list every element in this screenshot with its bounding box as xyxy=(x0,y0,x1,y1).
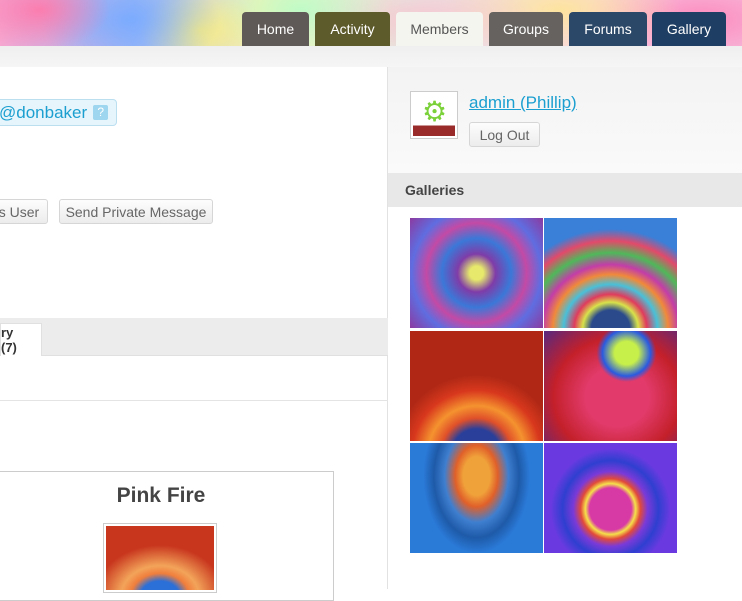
logout-button[interactable]: Log Out xyxy=(469,122,540,147)
profile-tab-bar xyxy=(0,318,388,356)
mention-text: @donbaker xyxy=(0,102,88,122)
gallery-thumbnail[interactable] xyxy=(410,443,543,553)
user-action-button[interactable]: s User xyxy=(0,199,48,224)
section-separator xyxy=(0,400,388,401)
admin-user-link[interactable]: admin (Phillip) xyxy=(469,93,577,113)
nav-members[interactable]: Members xyxy=(396,12,483,46)
gallery-thumbnail[interactable] xyxy=(410,331,543,441)
tab-gallery[interactable]: ry (7) xyxy=(0,323,42,356)
content-top-strip xyxy=(0,46,742,68)
member-mention[interactable]: @donbaker ? xyxy=(0,99,117,126)
nav-home[interactable]: Home xyxy=(242,12,309,46)
gallery-card-title[interactable]: Pink Fire xyxy=(0,484,322,508)
nav-activity[interactable]: Activity xyxy=(315,12,390,46)
nav-groups[interactable]: Groups xyxy=(489,12,563,46)
gallery-thumbnail[interactable] xyxy=(544,331,677,441)
nav-forums[interactable]: Forums xyxy=(569,12,647,46)
nav-gallery[interactable]: Gallery xyxy=(652,12,726,46)
gallery-thumbnail[interactable] xyxy=(544,218,677,328)
send-private-message-button[interactable]: Send Private Message xyxy=(59,199,213,224)
avatar[interactable]: ⚙ xyxy=(410,91,458,139)
gallery-thumbnail[interactable] xyxy=(410,218,543,328)
gallery-card-image[interactable] xyxy=(103,523,217,593)
help-icon[interactable]: ? xyxy=(93,105,109,120)
galleries-heading: Galleries xyxy=(388,173,742,207)
robot-icon: ⚙ xyxy=(422,96,448,127)
gallery-thumbnail[interactable] xyxy=(544,443,677,553)
